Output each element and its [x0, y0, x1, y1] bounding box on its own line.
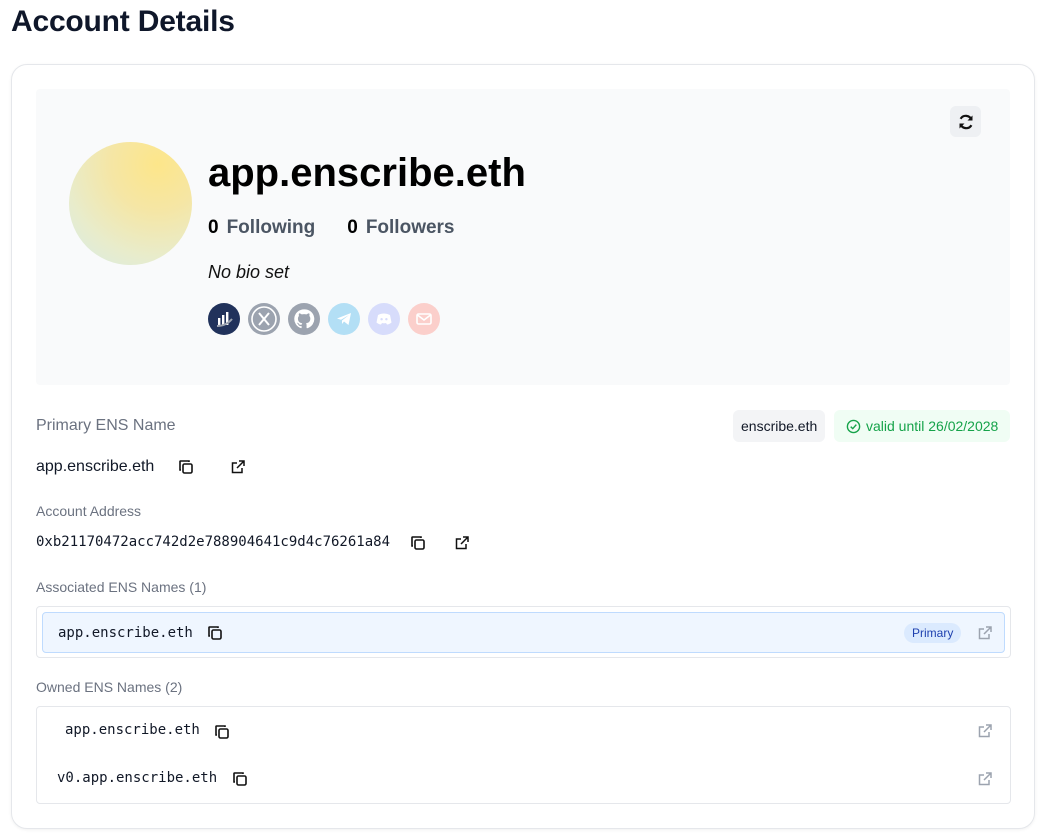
associated-names-list: app.enscribe.eth Primary: [36, 606, 1011, 658]
followers-label: Followers: [365, 217, 455, 238]
account-address-value: 0xb21170472acc742d2e788904641c9d4c76261a…: [36, 534, 391, 550]
external-link-icon: [978, 724, 992, 738]
validity-badge: valid until 26/02/2028: [834, 410, 1011, 442]
copy-icon: [215, 725, 229, 739]
copy-address-button[interactable]: [408, 533, 428, 553]
following-stat[interactable]: 0 Following: [208, 217, 315, 239]
owned-names-label: Owned ENS Names (2): [36, 679, 183, 695]
external-link-icon: [455, 536, 469, 550]
open-owned-button[interactable]: [975, 721, 995, 741]
copy-icon: [233, 772, 247, 786]
primary-ens-value: app.enscribe.eth: [36, 458, 155, 475]
owned-name: app.enscribe.eth: [65, 722, 200, 738]
owned-name: v0.app.enscribe.eth: [57, 770, 218, 786]
copy-icon: [208, 626, 222, 640]
avatar: [69, 142, 192, 265]
etherscan-icon[interactable]: [208, 303, 240, 335]
copy-icon: [411, 536, 425, 550]
page-title: Account Details: [11, 5, 235, 38]
list-item[interactable]: app.enscribe.eth Primary: [42, 612, 1005, 653]
profile-bio: No bio set: [208, 262, 290, 282]
primary-ens-label: Primary ENS Name: [36, 417, 176, 434]
x-icon[interactable]: [248, 303, 280, 335]
following-count: 0: [208, 217, 219, 238]
associated-name: app.enscribe.eth: [58, 625, 193, 641]
external-link-icon: [978, 772, 992, 786]
list-item[interactable]: app.enscribe.eth: [37, 707, 1010, 755]
associated-names-label: Associated ENS Names (1): [36, 579, 207, 595]
validity-text: valid until 26/02/2028: [866, 418, 999, 434]
copy-owned-button[interactable]: [212, 722, 232, 742]
account-card: app.enscribe.eth 0 Following 0 Followers N…: [11, 64, 1035, 829]
owned-names-list: app.enscribe.eth v0.app.enscribe.eth: [36, 706, 1011, 804]
profile-section: app.enscribe.eth 0 Following 0 Followers N…: [36, 89, 1010, 385]
followers-stat[interactable]: 0 Followers: [347, 217, 454, 239]
external-link-icon: [978, 626, 992, 640]
open-owned-button[interactable]: [975, 769, 995, 789]
copy-icon: [179, 460, 193, 474]
account-address-label: Account Address: [36, 503, 142, 519]
open-primary-button[interactable]: [228, 457, 248, 477]
list-item[interactable]: v0.app.enscribe.eth: [37, 755, 1010, 803]
external-link-icon: [231, 460, 245, 474]
copy-owned-button[interactable]: [230, 769, 250, 789]
discord-icon[interactable]: [368, 303, 400, 335]
follow-stats: 0 Following 0 Followers: [208, 217, 455, 239]
social-links: [208, 303, 440, 335]
refresh-icon: [958, 114, 973, 129]
open-address-button[interactable]: [452, 533, 472, 553]
parent-name-tag: enscribe.eth: [733, 410, 826, 442]
copy-associated-button[interactable]: [205, 623, 225, 643]
github-icon[interactable]: [288, 303, 320, 335]
refresh-button[interactable]: [950, 106, 981, 137]
following-label: Following: [226, 217, 316, 238]
open-associated-button[interactable]: [975, 623, 995, 643]
copy-primary-button[interactable]: [176, 457, 196, 477]
email-icon[interactable]: [408, 303, 440, 335]
profile-name: app.enscribe.eth: [208, 151, 526, 195]
followers-count: 0: [347, 217, 358, 238]
telegram-icon[interactable]: [328, 303, 360, 335]
check-circle-icon: [846, 419, 861, 433]
primary-badge: Primary: [904, 623, 962, 643]
